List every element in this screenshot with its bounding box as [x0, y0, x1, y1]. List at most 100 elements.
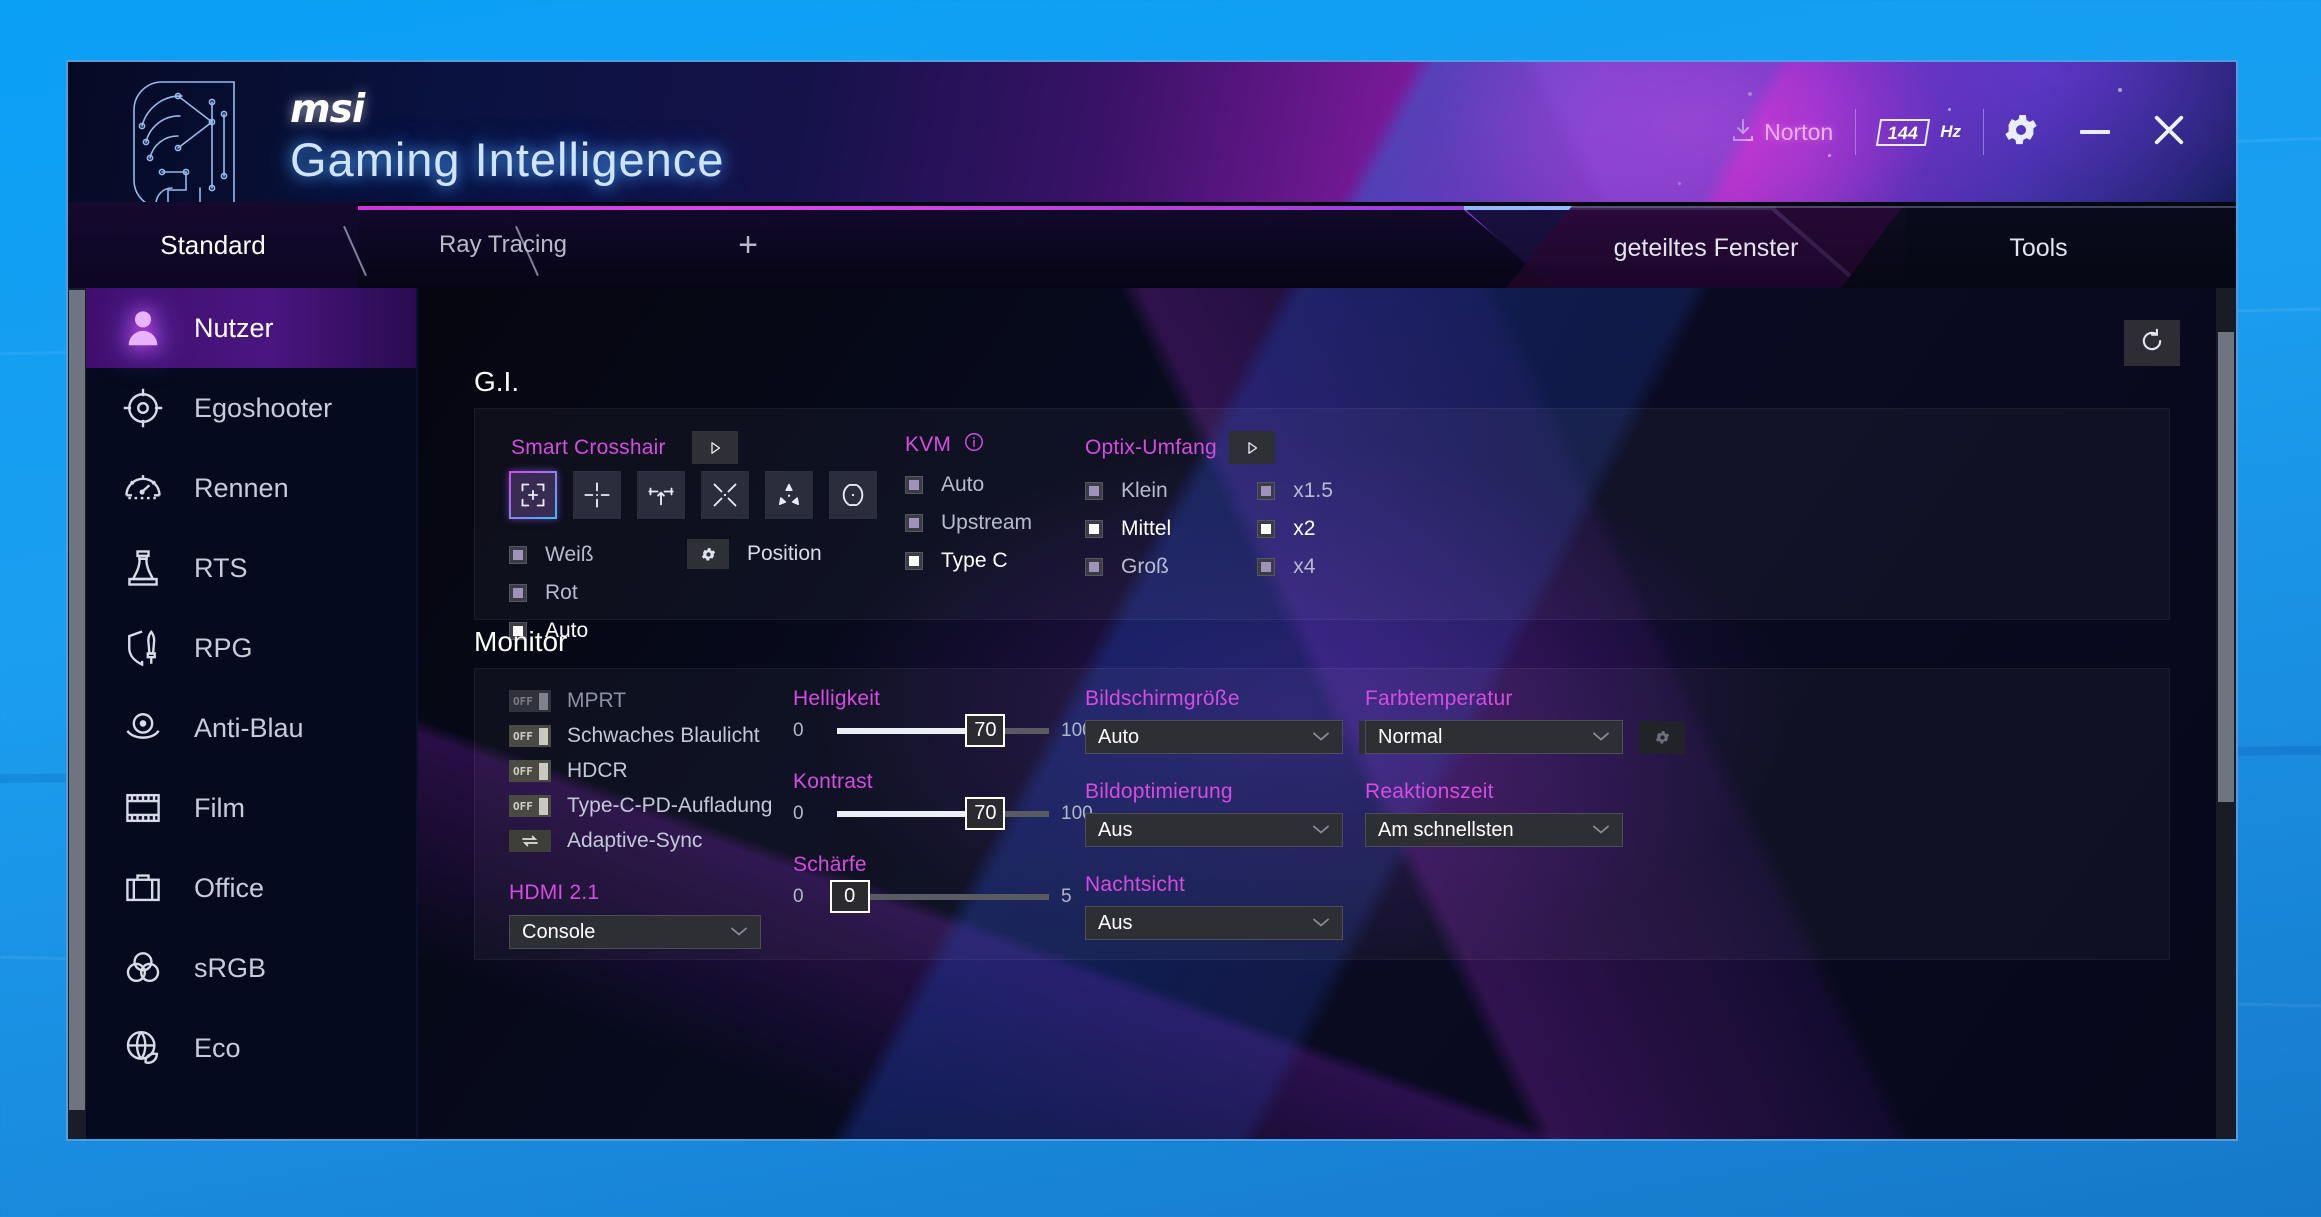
- settings-button[interactable]: [1984, 95, 2058, 169]
- slider-thumb[interactable]: 70: [965, 797, 1006, 830]
- farbtemperatur-dropdown[interactable]: Normal: [1365, 720, 1623, 754]
- tab-standard[interactable]: Standard: [68, 202, 358, 288]
- checkbox[interactable]: [509, 583, 527, 602]
- smart-crosshair-play-button[interactable]: [691, 431, 738, 464]
- position-label: Position: [747, 542, 822, 565]
- optix-zoom-x15[interactable]: x1.5: [1257, 477, 1333, 504]
- dropdown-value: Normal: [1378, 725, 1443, 748]
- info-icon[interactable]: [963, 431, 985, 458]
- sidebar-item-eco[interactable]: Eco: [86, 1008, 416, 1088]
- msi-wordmark: msi: [290, 87, 365, 132]
- refresh-rate-indicator[interactable]: 144 Hz: [1856, 118, 1983, 146]
- nachtsicht-group: Nachtsicht Aus: [1085, 873, 1405, 940]
- slider-track[interactable]: 0: [829, 880, 1049, 913]
- checkbox[interactable]: [1257, 519, 1276, 538]
- sidebar-item-label: Anti-Blau: [194, 712, 304, 743]
- sidebar-item-srgb[interactable]: sRGB: [86, 928, 416, 1008]
- crosshair-style-dashed-cross[interactable]: [573, 471, 621, 519]
- option-label: Weiß: [545, 542, 594, 566]
- close-button[interactable]: [2132, 95, 2206, 169]
- checkbox[interactable]: [1085, 557, 1103, 576]
- option-label: Upstream: [941, 510, 1033, 534]
- crosshair-style-x-dot[interactable]: [701, 471, 749, 519]
- sidebar-item-label: sRGB: [194, 952, 267, 983]
- sidebar-item-label: Nutzer: [194, 312, 274, 343]
- crosshair-color-weiss[interactable]: Weiß: [509, 541, 594, 568]
- content-scrollbar-thumb[interactable]: [2218, 332, 2234, 802]
- content-scrollbar-track[interactable]: [2216, 288, 2236, 1139]
- sidebar-item-anti-blau[interactable]: Anti-Blau: [86, 688, 416, 768]
- bildschirmgroesse-dropdown[interactable]: Auto: [1085, 720, 1343, 754]
- slider-track[interactable]: 70: [837, 714, 1049, 747]
- slider-thumb[interactable]: 70: [965, 714, 1006, 747]
- checkbox[interactable]: [1085, 519, 1103, 538]
- sidebar-item-office[interactable]: Office: [86, 848, 416, 928]
- toggle-state: OFF: [513, 764, 533, 778]
- tab-tools[interactable]: Tools: [1841, 206, 2236, 288]
- reaktionszeit-dropdown[interactable]: Am schnellsten: [1365, 813, 1623, 847]
- optix-size-mittel[interactable]: Mittel: [1085, 515, 1171, 542]
- slider-track[interactable]: 70: [837, 797, 1049, 830]
- tab-geteiltes-fenster-label: geteiltes Fenster: [1613, 233, 1799, 262]
- hdmi-block: HDMI 2.1 Console: [509, 881, 761, 949]
- reset-button[interactable]: [2124, 320, 2180, 366]
- optix-size-gross[interactable]: Groß: [1085, 553, 1171, 580]
- kvm-option-upstream[interactable]: Upstream: [905, 509, 1032, 536]
- toggle-switch[interactable]: OFF: [509, 760, 551, 782]
- toggle-state: OFF: [513, 729, 533, 743]
- optix-zoom-x2[interactable]: x2: [1257, 515, 1333, 542]
- toggle-row-schwaches-blaulicht[interactable]: OFF Schwaches Blaulicht: [509, 722, 772, 750]
- optix-play-button[interactable]: [1228, 431, 1275, 464]
- tab-geteiltes-fenster[interactable]: geteiltes Fenster: [1506, 206, 1906, 288]
- kvm-option-auto[interactable]: Auto: [905, 471, 1032, 498]
- checkbox[interactable]: [905, 551, 923, 570]
- checkbox[interactable]: [1085, 481, 1103, 500]
- bildoptimierung-dropdown[interactable]: Aus: [1085, 813, 1343, 847]
- adaptive-sync-icon[interactable]: [509, 830, 551, 852]
- tab-add-new[interactable]: +: [688, 202, 808, 288]
- minimize-button[interactable]: [2058, 95, 2132, 169]
- sidebar-item-film[interactable]: Film: [86, 768, 416, 848]
- monitor-dropdown-column-1: Bildschirmgröße Auto Bildoptimierung Aus…: [1085, 687, 1405, 966]
- sidebar-item-egoshooter[interactable]: Egoshooter: [86, 368, 416, 448]
- toggle-row-type-c-pd[interactable]: OFF Type-C-PD-Aufladung: [509, 792, 772, 820]
- hdmi-dropdown[interactable]: Console: [509, 915, 761, 949]
- minimize-icon: [2080, 130, 2110, 134]
- slider-thumb[interactable]: 0: [829, 880, 870, 913]
- toggle-row-mprt[interactable]: OFF MPRT: [509, 687, 772, 715]
- sidebar-scrollbar-thumb[interactable]: [69, 290, 85, 1110]
- tab-ray-tracing[interactable]: Ray Tracing: [378, 202, 628, 288]
- toggle-switch[interactable]: OFF: [509, 795, 551, 817]
- optix-size-klein[interactable]: Klein: [1085, 477, 1171, 504]
- checkbox[interactable]: [509, 545, 527, 564]
- sidebar-item-label: RPG: [194, 632, 253, 663]
- brand-title: msi Gaming Intelligence: [290, 90, 724, 187]
- crosshair-style-bracket-plus[interactable]: [509, 471, 557, 519]
- kvm-option-type-c[interactable]: Type C: [905, 547, 1032, 574]
- sidebar-item-rpg[interactable]: RPG: [86, 608, 416, 688]
- sidebar-item-nutzer[interactable]: Nutzer: [86, 288, 416, 368]
- tab-tools-label: Tools: [2009, 233, 2068, 262]
- sidebar-item-rennen[interactable]: Rennen: [86, 448, 416, 528]
- position-settings-button[interactable]: [687, 539, 729, 569]
- toggle-row-adaptive-sync[interactable]: Adaptive-Sync: [509, 827, 772, 855]
- download-icon: [1730, 117, 1756, 148]
- crosshair-style-arrows-t[interactable]: [637, 471, 685, 519]
- checkbox[interactable]: [1257, 557, 1276, 576]
- checkbox[interactable]: [905, 513, 923, 532]
- sidebar-item-rts[interactable]: RTS: [86, 528, 416, 608]
- sidebar-scrollbar-track[interactable]: [68, 288, 86, 1139]
- nachtsicht-dropdown[interactable]: Aus: [1085, 906, 1343, 940]
- checkbox[interactable]: [1257, 481, 1276, 500]
- farbtemperatur-settings-button[interactable]: [1639, 720, 1685, 754]
- crosshair-style-triangle-dot[interactable]: [765, 471, 813, 519]
- toggle-switch[interactable]: OFF: [509, 725, 551, 747]
- crosshair-style-circle-dot[interactable]: [829, 471, 877, 519]
- crosshair-color-rot[interactable]: Rot: [509, 579, 594, 606]
- toggle-switch[interactable]: OFF: [509, 690, 551, 712]
- optix-zoom-x4[interactable]: x4: [1257, 553, 1333, 580]
- toggle-row-hdcr[interactable]: OFF HDCR: [509, 757, 772, 785]
- slider-min: 0: [793, 803, 804, 824]
- checkbox[interactable]: [905, 475, 923, 494]
- norton-button[interactable]: Norton: [1708, 117, 1855, 148]
